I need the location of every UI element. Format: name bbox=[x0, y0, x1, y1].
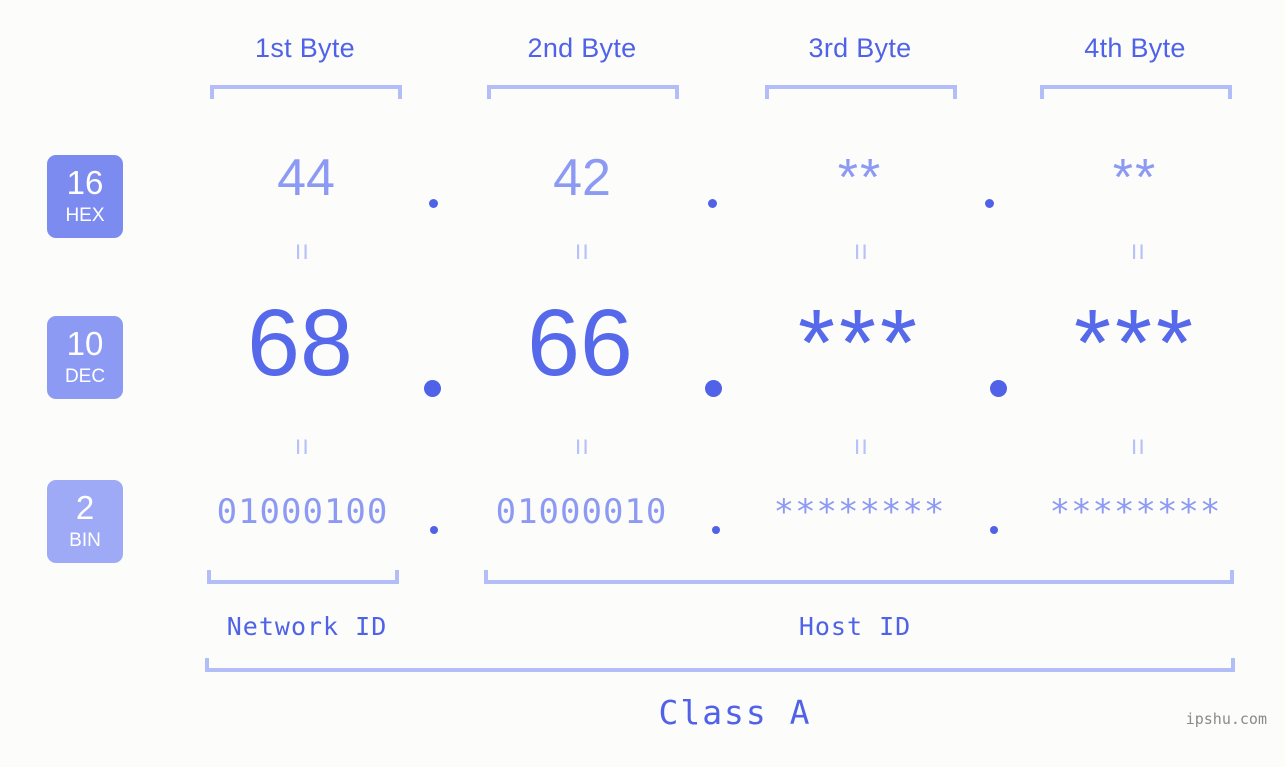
class-label: Class A bbox=[658, 693, 812, 732]
base-badge-dec-name: DEC bbox=[64, 366, 106, 387]
base-badge-dec: 10 DEC bbox=[47, 316, 123, 399]
byte-bracket-3 bbox=[765, 85, 957, 99]
bin-dot-separator-2 bbox=[712, 526, 720, 534]
hex-dot-separator-1 bbox=[429, 199, 438, 208]
bin-octet-1: 01000100 bbox=[216, 492, 389, 532]
byte-header-4: 4th Byte bbox=[1084, 33, 1186, 63]
bin-octet-4: ******** bbox=[1049, 492, 1222, 532]
base-badge-hex-name: HEX bbox=[65, 205, 105, 226]
hex-octet-1: 44 bbox=[277, 149, 335, 207]
byte-bracket-1 bbox=[210, 85, 402, 99]
dec-octet-1: 68 bbox=[247, 290, 353, 396]
bin-dot-separator-3 bbox=[990, 526, 998, 534]
network-id-bracket bbox=[207, 570, 399, 584]
bin-octet-3: ******** bbox=[773, 492, 946, 532]
watermark: ipshu.com bbox=[1185, 710, 1267, 728]
dec-octet-2: 66 bbox=[527, 290, 633, 396]
dec-dot-separator-1 bbox=[424, 380, 441, 397]
equals-mark-dec-bin-1: = bbox=[285, 438, 318, 456]
network-id-label: Network ID bbox=[226, 612, 388, 641]
byte-header-3: 3rd Byte bbox=[808, 33, 912, 63]
base-badge-hex-number: 16 bbox=[66, 164, 104, 201]
hex-octet-4: ** bbox=[1112, 149, 1158, 207]
dec-octet-4: *** bbox=[1074, 290, 1197, 396]
dec-dot-separator-3 bbox=[990, 380, 1007, 397]
equals-mark-dec-bin-4: = bbox=[1121, 438, 1154, 456]
hex-octet-2: 42 bbox=[553, 149, 611, 207]
host-id-label: Host ID bbox=[798, 612, 912, 641]
base-badge-hex: 16 HEX bbox=[47, 155, 123, 238]
ip-address-breakdown-diagram: 1st Byte 2nd Byte 3rd Byte 4th Byte 16 H… bbox=[0, 0, 1285, 767]
equals-mark-dec-bin-3: = bbox=[844, 438, 877, 456]
base-badge-bin-name: BIN bbox=[69, 530, 101, 551]
equals-mark-hex-dec-3: = bbox=[844, 243, 877, 261]
byte-header-1: 1st Byte bbox=[255, 33, 355, 63]
base-badge-bin-number: 2 bbox=[75, 489, 95, 526]
equals-mark-dec-bin-2: = bbox=[565, 438, 598, 456]
hex-dot-separator-2 bbox=[708, 199, 717, 208]
bin-dot-separator-1 bbox=[430, 526, 438, 534]
class-bracket bbox=[205, 658, 1235, 672]
byte-bracket-4 bbox=[1040, 85, 1232, 99]
bin-octet-2: 01000010 bbox=[495, 492, 668, 532]
equals-mark-hex-dec-1: = bbox=[285, 243, 318, 261]
dec-octet-3: *** bbox=[798, 290, 921, 396]
equals-mark-hex-dec-2: = bbox=[565, 243, 598, 261]
hex-octet-3: ** bbox=[837, 149, 883, 207]
hex-dot-separator-3 bbox=[985, 199, 994, 208]
host-id-bracket bbox=[484, 570, 1234, 584]
base-badge-dec-number: 10 bbox=[66, 325, 104, 362]
base-badge-bin: 2 BIN bbox=[47, 480, 123, 563]
dec-dot-separator-2 bbox=[705, 380, 722, 397]
byte-bracket-2 bbox=[487, 85, 679, 99]
byte-header-2: 2nd Byte bbox=[527, 33, 637, 63]
equals-mark-hex-dec-4: = bbox=[1121, 243, 1154, 261]
